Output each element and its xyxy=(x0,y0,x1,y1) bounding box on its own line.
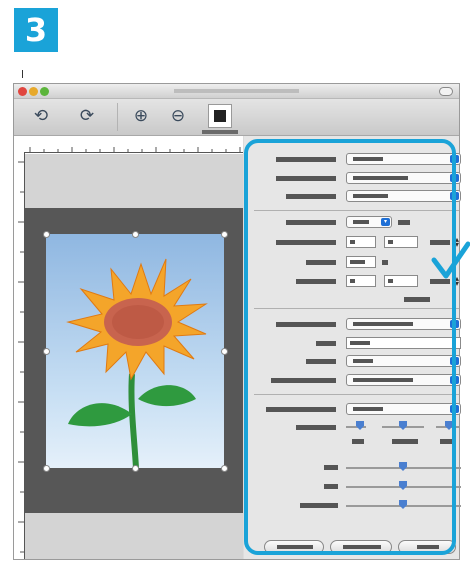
overview-label xyxy=(202,130,238,134)
zoom-window-button[interactable] xyxy=(40,87,49,96)
zoom-in-icon: ⊕ xyxy=(133,106,149,125)
crop-handle[interactable] xyxy=(221,465,228,472)
sunflower-image xyxy=(66,258,208,469)
toolbar-separator xyxy=(117,103,118,131)
overview-icon xyxy=(214,110,226,122)
crop-handle[interactable] xyxy=(221,231,228,238)
close-window-button[interactable] xyxy=(18,87,27,96)
vertical-ruler xyxy=(18,152,25,559)
window-title xyxy=(174,89,299,93)
minimize-window-button[interactable] xyxy=(29,87,38,96)
crop-handle[interactable] xyxy=(43,465,50,472)
callout-tick xyxy=(22,70,23,78)
overview-button[interactable] xyxy=(208,104,232,128)
crop-handle[interactable] xyxy=(132,231,139,238)
scanned-photo[interactable] xyxy=(43,231,228,472)
scanner-window: ⟲ ⟳ ⊕ ⊖ ⇕ ⇕ ⇕ ▾ ▴ ▾ ▴ ▾ ⇕ ⇕ ⇕ ⇕ xyxy=(13,83,461,560)
step-number-badge: 3 xyxy=(14,8,58,52)
scan-preview-pane xyxy=(14,136,243,559)
toolbar: ⟲ ⟳ ⊕ ⊖ xyxy=(14,99,459,136)
toolbar-toggle-button[interactable] xyxy=(439,87,453,96)
zoom-out-button[interactable]: ⊖ xyxy=(167,105,189,127)
rotate-right-button[interactable]: ⟳ xyxy=(76,105,98,127)
rotate-right-icon: ⟳ xyxy=(79,106,95,125)
zoom-out-icon: ⊖ xyxy=(170,106,186,125)
window-titlebar xyxy=(14,84,459,99)
crop-handle[interactable] xyxy=(43,231,50,238)
zoom-in-button[interactable]: ⊕ xyxy=(130,105,152,127)
crop-handle[interactable] xyxy=(132,465,139,472)
settings-highlight-outline xyxy=(244,139,456,555)
horizontal-ruler xyxy=(24,147,243,153)
crop-handle[interactable] xyxy=(221,348,228,355)
crop-handle[interactable] xyxy=(43,348,50,355)
checkmark-icon xyxy=(431,241,470,279)
rotate-left-button[interactable]: ⟲ xyxy=(30,105,52,127)
rotate-left-icon: ⟲ xyxy=(33,106,49,125)
